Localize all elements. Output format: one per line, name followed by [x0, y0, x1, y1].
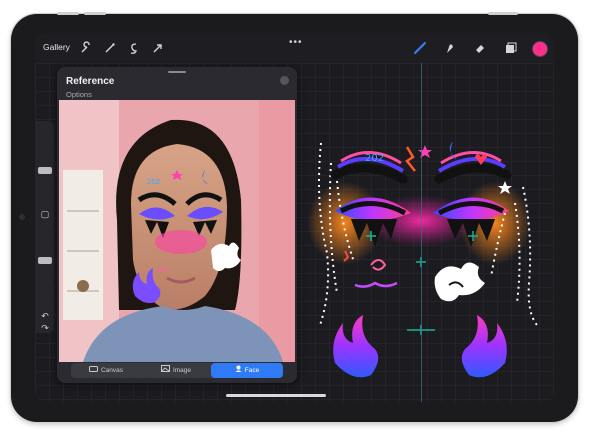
transform-arrow-icon[interactable]	[151, 41, 165, 55]
tab-face[interactable]: Face	[211, 363, 283, 378]
face-camera-preview: 202	[59, 100, 295, 362]
face-icon	[235, 363, 242, 378]
power-button	[488, 12, 518, 15]
redo-button[interactable]: ↷	[39, 323, 51, 333]
home-indicator[interactable]	[226, 394, 326, 397]
undo-button[interactable]: ↶	[39, 311, 51, 321]
volume-down-button	[84, 12, 106, 15]
smudge-icon[interactable]	[443, 41, 457, 55]
svg-text:202: 202	[147, 178, 160, 186]
tab-canvas[interactable]: Canvas	[71, 363, 141, 378]
procreate-screen: 202 Gallery ••• ▢ ↶ ↷ Reference Options …	[35, 33, 554, 402]
volume-up-button	[57, 12, 79, 15]
symmetry-guide-line	[421, 63, 422, 402]
image-icon	[160, 363, 170, 378]
tab-canvas-label: Canvas	[100, 367, 124, 375]
modify-button[interactable]: ▢	[39, 209, 51, 219]
reference-mode-segmented-control: Canvas Image Face	[71, 363, 283, 378]
panel-drag-handle[interactable]	[168, 71, 186, 73]
svg-text:202: 202	[365, 153, 384, 164]
reference-panel[interactable]: Reference Options 202 Canvas Image Face	[57, 67, 297, 383]
selection-icon[interactable]	[127, 41, 141, 55]
options-link[interactable]: Options	[66, 90, 92, 99]
close-icon[interactable]	[280, 76, 289, 85]
canvas-icon	[88, 363, 98, 378]
opacity-slider[interactable]	[38, 257, 52, 264]
gallery-button[interactable]: Gallery	[43, 42, 70, 52]
tab-image-label: Image	[172, 367, 192, 375]
tab-image[interactable]: Image	[141, 363, 211, 378]
tab-face-label: Face	[244, 367, 260, 375]
color-picker-button[interactable]	[532, 41, 548, 57]
wrench-icon[interactable]	[79, 41, 93, 55]
reference-title: Reference	[66, 76, 115, 87]
eraser-icon[interactable]	[473, 41, 487, 55]
brush-size-slider[interactable]	[38, 167, 52, 174]
front-camera	[19, 214, 25, 220]
layers-icon[interactable]	[503, 41, 517, 55]
brush-icon[interactable]	[413, 41, 427, 55]
face-photo-illustration: 202	[59, 100, 295, 362]
more-options-handle[interactable]: •••	[289, 37, 303, 48]
top-toolbar: Gallery •••	[35, 33, 554, 63]
magic-wand-icon[interactable]	[103, 41, 117, 55]
side-slider-bar: ▢ ↶ ↷	[36, 121, 54, 333]
